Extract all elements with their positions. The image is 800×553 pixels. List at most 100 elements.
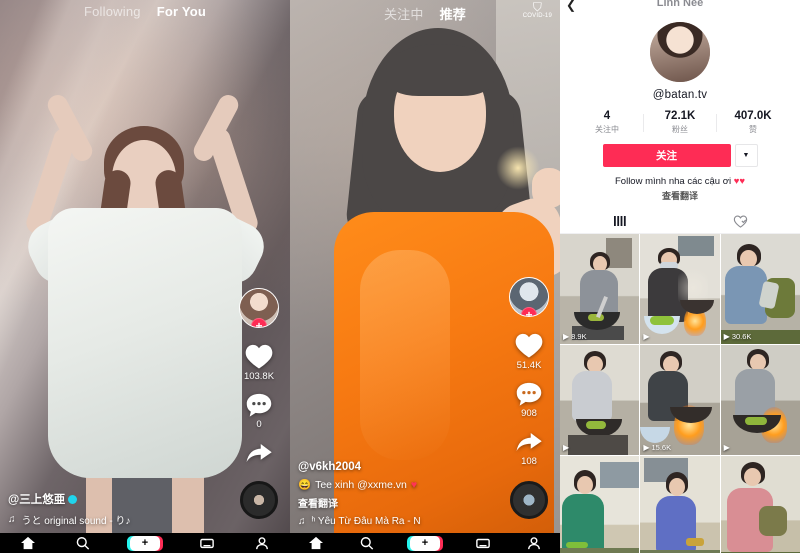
grid-item[interactable]: ▶ 30.6K: [720, 234, 800, 344]
music-title: うと original sound - り♪: [21, 516, 131, 527]
nav-inbox[interactable]: [199, 536, 215, 550]
avatar[interactable]: [650, 22, 710, 82]
profile-header: ❮ Linh Nee: [560, 0, 800, 14]
feed-tab-bar: Following For You: [0, 4, 290, 19]
stat-following[interactable]: 4 关注中: [571, 110, 643, 135]
like-button[interactable]: 51.4K: [514, 331, 544, 371]
heart-icon: ♥♥: [733, 176, 745, 187]
page-title: Linh Nee: [656, 0, 704, 9]
comment-button[interactable]: 0: [245, 392, 273, 430]
like-button[interactable]: 103.8K: [244, 342, 274, 382]
follow-plus-icon[interactable]: +: [251, 318, 267, 327]
nav-profile[interactable]: [254, 536, 270, 550]
nav-inbox[interactable]: [475, 536, 491, 550]
inbox-icon: [476, 538, 490, 549]
comment-count: 908: [521, 408, 537, 419]
nav-create-button[interactable]: +: [406, 535, 443, 551]
stat-likes[interactable]: 407.0K 赞: [717, 110, 789, 135]
view-count: ▶: [724, 443, 732, 452]
grid-item[interactable]: ▶: [640, 456, 720, 553]
back-arrow-icon[interactable]: ❮: [566, 0, 576, 12]
heart-icon: [515, 333, 543, 358]
music-row[interactable]: ♫ うと original sound - り♪: [8, 512, 208, 527]
grid-videos-icon: [614, 216, 626, 226]
shield-icon: ⛉: [532, 0, 542, 14]
video-grid: ▶ 8.9K ▶ ▶ 30.6K ▶ ▶ 15.6K ▶: [560, 234, 800, 553]
music-disc-icon[interactable]: [240, 481, 278, 519]
search-icon: [360, 537, 373, 550]
like-count: 103.8K: [243, 371, 275, 382]
emoji-icon: 😄: [298, 479, 312, 491]
nav-search[interactable]: [359, 536, 375, 550]
music-row[interactable]: ♫ ʰ Yêu Từ Đâu Mà Ra - N: [298, 516, 498, 527]
comment-bubble-icon: [516, 382, 542, 406]
middle-video-feed-screen: 关注中 推荐 ⛉ COVID-19 + 51.4K 908 108 @v6kh2…: [290, 0, 560, 553]
music-note-icon: ♫: [8, 514, 16, 525]
home-icon: [20, 536, 35, 550]
music-disc-icon[interactable]: [510, 481, 548, 519]
tab-following[interactable]: Following: [84, 4, 141, 19]
bio-translate-link[interactable]: 查看翻译: [560, 189, 800, 202]
chevron-down-icon[interactable]: ▼: [734, 144, 758, 167]
profile-body: @batan.tv 4 关注中 72.1K 粉丝 407.0K 赞 关注 ▼ F…: [560, 14, 800, 234]
heart-icon: ♥: [410, 479, 418, 491]
grid-item[interactable]: ▶: [640, 234, 720, 344]
stat-label: 粉丝: [672, 125, 688, 134]
stat-followers[interactable]: 72.1K 粉丝: [644, 110, 716, 135]
stat-label: 关注中: [595, 125, 619, 134]
grid-item[interactable]: ▶: [560, 456, 640, 553]
profile-screen: ❮ Linh Nee @batan.tv 4 关注中 72.1K 粉丝 407.…: [560, 0, 800, 553]
share-arrow-icon: [246, 444, 272, 462]
view-count: ▶: [563, 443, 571, 452]
tab-following[interactable]: 关注中: [384, 4, 424, 23]
follow-button[interactable]: 关注: [602, 144, 731, 167]
tab-for-you[interactable]: For You: [157, 4, 206, 19]
music-note-icon: ♫: [298, 516, 306, 527]
play-icon: ▶: [643, 332, 650, 341]
creator-username-row[interactable]: @三上悠亜: [8, 491, 208, 507]
share-button[interactable]: 108: [514, 429, 544, 467]
nav-profile[interactable]: [526, 536, 542, 550]
follow-row: 关注 ▼: [560, 144, 800, 167]
translate-link[interactable]: 查看翻译: [298, 495, 498, 510]
caption-text: Tee xinh @xxme.vn: [315, 479, 407, 491]
share-count: 108: [521, 456, 537, 467]
follow-plus-icon[interactable]: +: [521, 307, 537, 316]
tab-recommended[interactable]: 推荐: [440, 4, 466, 23]
bottom-nav-bar: +: [290, 533, 560, 553]
comment-button[interactable]: 908: [515, 381, 543, 419]
creator-avatar[interactable]: +: [239, 288, 279, 328]
like-count: 51.4K: [516, 360, 542, 371]
feed-tab-bar: 关注中 推荐: [290, 4, 560, 23]
grid-item[interactable]: ▶: [560, 345, 640, 455]
verified-badge-icon: [68, 494, 78, 504]
nav-create-button[interactable]: +: [126, 535, 163, 551]
play-icon: ▶: [723, 443, 730, 452]
caption-row: 😄 Tee xinh @xxme.vn ♥: [298, 478, 498, 492]
view-count: ▶: [643, 332, 651, 341]
covid-label: COVID-19: [522, 13, 552, 19]
profile-tab-bar: [560, 211, 800, 234]
grid-item[interactable]: ▶ 8.9K: [560, 234, 640, 344]
music-title: ʰ Yêu Từ Đâu Mà Ra - N: [311, 516, 421, 527]
tab-videos[interactable]: [560, 211, 680, 233]
play-icon: ▶: [563, 332, 570, 341]
nav-search[interactable]: [75, 536, 91, 550]
stat-value: 407.0K: [734, 110, 772, 122]
creator-avatar[interactable]: +: [509, 277, 549, 317]
nav-home[interactable]: [308, 536, 324, 550]
covid-info-button[interactable]: ⛉ COVID-19: [522, 0, 552, 19]
left-video-feed-screen: Following For You + 103.8K 0 @三上悠亜 ♫ うと …: [0, 0, 290, 553]
share-button[interactable]: [244, 440, 274, 467]
grid-item[interactable]: ▶ 15.6K: [640, 345, 720, 455]
play-icon: ▶: [723, 332, 730, 341]
bio-text: Follow mình nha các cậu ơi: [615, 176, 734, 187]
action-rail: + 103.8K 0: [236, 288, 282, 519]
tab-liked[interactable]: [680, 211, 800, 233]
creator-username-row[interactable]: @v6kh2004: [298, 461, 498, 473]
person-icon: [528, 537, 541, 550]
nav-home[interactable]: [20, 536, 36, 550]
grid-item[interactable]: ▶: [720, 456, 800, 553]
play-icon: ▶: [643, 443, 650, 452]
grid-item[interactable]: ▶: [720, 345, 800, 455]
